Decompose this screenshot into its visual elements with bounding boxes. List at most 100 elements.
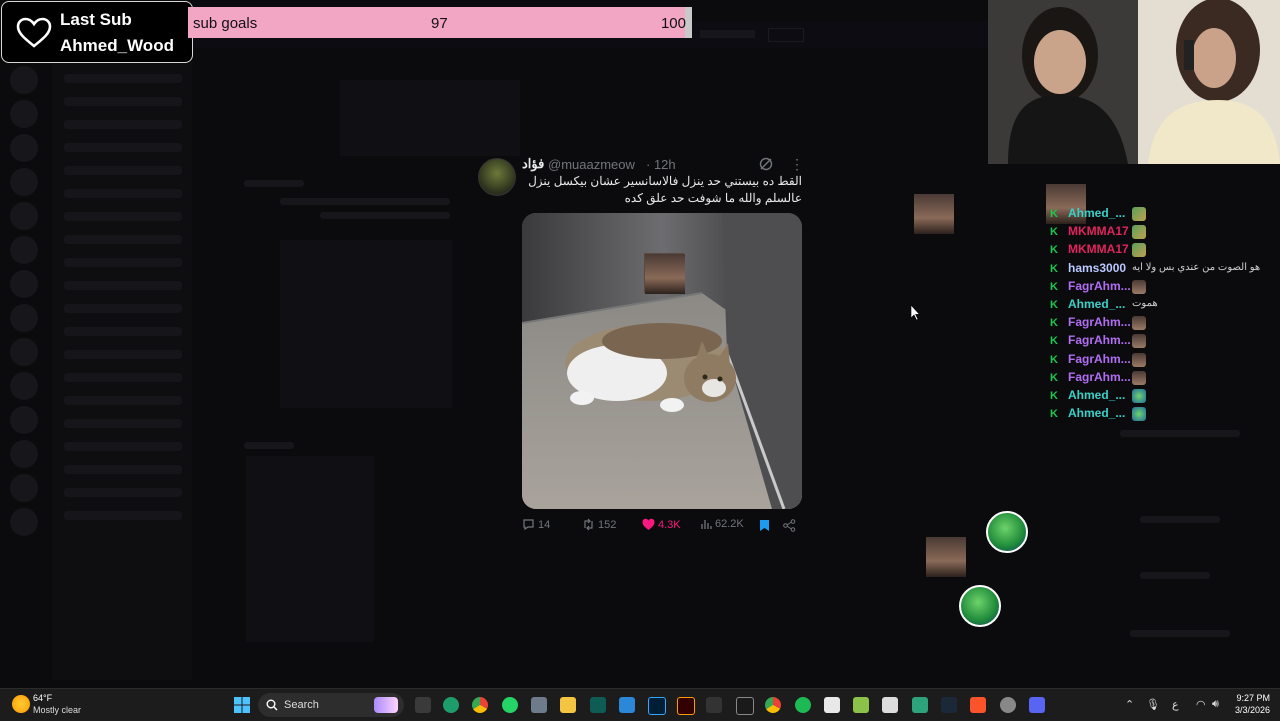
chat-username[interactable]: FagrAhm... bbox=[1068, 315, 1131, 329]
chat-message: K FagrAhm... bbox=[1046, 278, 1280, 296]
chat-username[interactable]: Ahmed_... bbox=[1068, 406, 1125, 420]
last-sub-name: Ahmed_Wood bbox=[60, 36, 174, 55]
kick-badge-icon: K bbox=[1050, 226, 1058, 239]
weather-icon[interactable] bbox=[12, 695, 30, 713]
photoshop-icon[interactable] bbox=[648, 697, 666, 715]
webcam-feed bbox=[988, 0, 1280, 164]
chat-emote-icon bbox=[1132, 389, 1146, 403]
spotify-icon[interactable] bbox=[795, 697, 811, 713]
chat-username[interactable]: Ahmed_... bbox=[1068, 206, 1125, 220]
wifi-icon[interactable]: ◠ bbox=[1196, 698, 1206, 711]
taskbar-search-label: Search bbox=[284, 699, 319, 711]
kick-badge-icon: K bbox=[1050, 353, 1058, 366]
chat-username[interactable]: MKMMA17 bbox=[1068, 242, 1129, 256]
chat-message: K Ahmed_... bbox=[1046, 405, 1280, 423]
whatsapp-icon[interactable] bbox=[502, 697, 518, 713]
tweet-author-name[interactable]: فؤاد bbox=[522, 156, 544, 172]
share-icon[interactable] bbox=[783, 519, 796, 532]
task-view-icon[interactable] bbox=[415, 697, 431, 713]
chat-emote-icon bbox=[1132, 352, 1146, 367]
brave-icon[interactable] bbox=[970, 697, 986, 713]
app-icon-teal[interactable] bbox=[912, 697, 928, 713]
chat-message: K Ahmed_... bbox=[1046, 387, 1280, 405]
bookmark-icon[interactable] bbox=[759, 519, 770, 532]
tweet-timestamp[interactable]: · 12h bbox=[646, 157, 676, 172]
like-count: 4.3K bbox=[658, 518, 681, 531]
clock-date[interactable]: 3/3/2026 bbox=[1222, 705, 1270, 715]
chat-username[interactable]: MKMMA17 bbox=[1068, 224, 1129, 238]
retweet-button[interactable]: 152 bbox=[582, 518, 616, 531]
epic-games-icon[interactable] bbox=[736, 697, 754, 715]
chat-message: K MKMMA17 bbox=[1046, 223, 1280, 241]
kick-badge-icon: K bbox=[1050, 317, 1058, 330]
chat-emote-icon bbox=[1132, 407, 1146, 422]
chat-message: K FagrAhm... bbox=[1046, 332, 1280, 350]
views-icon bbox=[701, 520, 712, 529]
microphone-icon[interactable]: 🎙︎ bbox=[1146, 698, 1160, 711]
chat-username[interactable]: hams3000 bbox=[1068, 261, 1126, 275]
weather-condition[interactable]: Mostly clear bbox=[33, 705, 81, 715]
tweet-author-handle[interactable]: @muaazmeow bbox=[548, 157, 635, 172]
heart-icon bbox=[16, 17, 52, 48]
stream-chat-overlay: K Ahmed_... K MKMMA17 K MKMMA17 Khams3000 هو ال… bbox=[1046, 180, 1280, 423]
chat-message-text: هو الصوت من عندي بس ولا ايه bbox=[1132, 261, 1261, 273]
more-options-icon[interactable]: ⋮ bbox=[790, 156, 804, 173]
floating-globe-emote bbox=[986, 511, 1028, 553]
server-rail bbox=[6, 60, 42, 660]
webcam-image bbox=[988, 0, 1280, 164]
taskbar-search-box[interactable]: Search bbox=[258, 693, 404, 717]
views-count: 62.2K bbox=[715, 518, 744, 530]
chat-username[interactable]: FagrAhm... bbox=[1068, 333, 1131, 347]
terminal-icon[interactable] bbox=[590, 697, 606, 713]
heart-filled-icon bbox=[642, 518, 655, 530]
retweet-icon bbox=[584, 518, 593, 531]
floating-cat-emote bbox=[926, 537, 966, 577]
camera-icon[interactable] bbox=[531, 697, 547, 713]
app-icon-stack[interactable] bbox=[853, 697, 869, 713]
kick-badge-icon: K bbox=[1050, 280, 1058, 293]
chat-message: K FagrAhm... bbox=[1046, 369, 1280, 387]
chat-username[interactable]: FagrAhm... bbox=[1068, 352, 1131, 366]
chat-username[interactable]: Ahmed_... bbox=[1068, 388, 1125, 402]
keyboard-language[interactable]: ع bbox=[1172, 698, 1179, 711]
chat-message: K FagrAhm... bbox=[1046, 351, 1280, 369]
reply-button[interactable]: 14 bbox=[522, 518, 550, 531]
chat-message: K Ahmed_... هموت bbox=[1046, 296, 1280, 314]
floating-cat-emote bbox=[645, 254, 685, 294]
speaker-icon[interactable]: 🔊︎ bbox=[1212, 698, 1219, 711]
chrome-icon-2[interactable] bbox=[765, 697, 781, 713]
store-icon[interactable] bbox=[882, 697, 898, 713]
floating-cat-emote bbox=[914, 194, 954, 234]
views-button[interactable]: 62.2K bbox=[700, 518, 744, 530]
tweet-actions: 14 152 4.3K 62.2K bbox=[522, 518, 802, 534]
settings-gear-icon[interactable] bbox=[1000, 697, 1016, 713]
sub-goal-label: sub goals bbox=[193, 15, 258, 32]
photos-icon[interactable] bbox=[619, 697, 635, 713]
app-icon-green[interactable] bbox=[443, 697, 459, 713]
document-icon[interactable] bbox=[824, 697, 840, 713]
chat-emote-icon bbox=[1132, 370, 1146, 385]
chat-username[interactable]: Ahmed_... bbox=[1068, 297, 1125, 311]
chat-emote-icon bbox=[1132, 316, 1146, 331]
steam-icon[interactable] bbox=[941, 697, 957, 713]
illustrator-icon[interactable] bbox=[677, 697, 695, 715]
kick-badge-icon: K bbox=[1050, 262, 1058, 275]
grok-icon[interactable] bbox=[758, 156, 774, 172]
search-highlight-icon bbox=[374, 697, 398, 713]
discord-icon[interactable] bbox=[1029, 697, 1045, 713]
clock-time[interactable]: 9:27 PM bbox=[1230, 693, 1270, 703]
sub-goal-current: 97 bbox=[431, 15, 448, 32]
chat-username[interactable]: FagrAhm... bbox=[1068, 370, 1131, 384]
windows-start-icon[interactable] bbox=[234, 697, 250, 713]
chat-username[interactable]: FagrAhm... bbox=[1068, 279, 1131, 293]
like-button[interactable]: 4.3K bbox=[642, 518, 681, 531]
chat-emote-icon bbox=[1132, 243, 1146, 258]
app-icon-gray[interactable] bbox=[706, 697, 722, 713]
chat-message: Khams3000 هو الصوت من عندي بس ولا ايه bbox=[1046, 260, 1280, 278]
weather-temperature[interactable]: 64°F bbox=[33, 693, 52, 703]
tweet-avatar[interactable] bbox=[478, 158, 516, 196]
chrome-icon[interactable] bbox=[472, 697, 488, 713]
floating-globe-emote bbox=[959, 585, 1001, 627]
file-explorer-icon[interactable] bbox=[560, 697, 576, 713]
chevron-up-icon[interactable]: ⌃ bbox=[1125, 698, 1134, 711]
